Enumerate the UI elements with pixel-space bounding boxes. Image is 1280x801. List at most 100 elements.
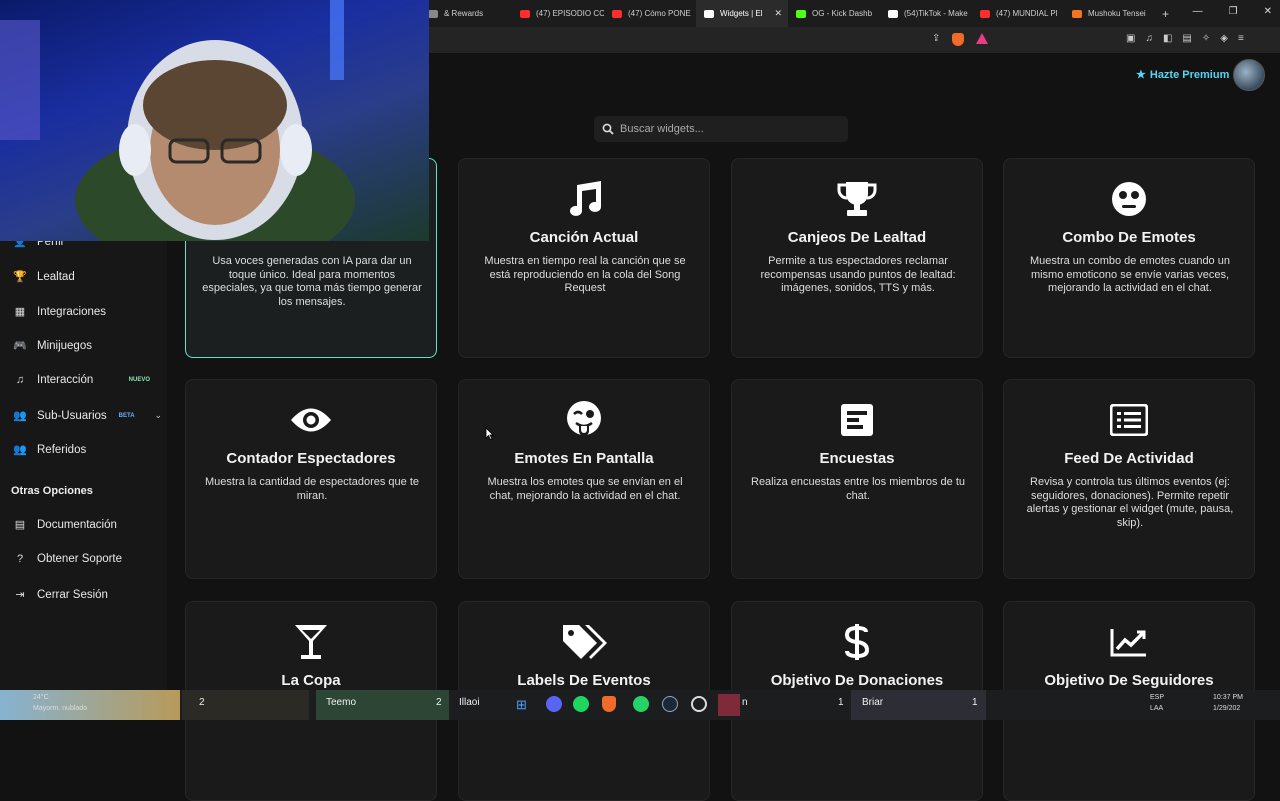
help-icon: ?: [16, 553, 24, 565]
avatar[interactable]: [1233, 59, 1265, 91]
premium-button[interactable]: ★ Hazte Premium: [1136, 68, 1229, 82]
new-tab-button[interactable]: +: [1156, 7, 1175, 21]
sidebar-item-label: Integraciones: [37, 305, 107, 318]
browser-tab[interactable]: Mushoku Tensei: [1064, 0, 1156, 27]
webcam-overlay: [0, 0, 429, 241]
cursor-icon: [485, 427, 494, 440]
clock-date[interactable]: 1/29/202: [1213, 705, 1240, 712]
sidebar-item-cerrar-sesion[interactable]: ⇥ Cerrar Sesión: [12, 588, 162, 602]
sidebar-item-label: Obtener Soporte: [37, 553, 123, 565]
vpn-icon[interactable]: ◈: [1220, 33, 1228, 44]
screenshot-icon[interactable]: ▣: [1126, 33, 1135, 44]
sidebar-item-interaccion[interactable]: ♫ Interacción NUEVO: [12, 374, 162, 386]
card-description: Muestra un combo de emotes cuando un mis…: [1030, 255, 1230, 294]
music-icon: [459, 179, 709, 219]
widget-card-combo-emotes[interactable]: Combo De Emotes Muestra un combo de emot…: [1003, 158, 1255, 358]
trophy-icon: 🏆: [13, 271, 27, 283]
close-window-button[interactable]: ✕: [1264, 6, 1272, 17]
sidebar-item-referidos[interactable]: 👥 Referidos: [12, 443, 162, 457]
address-actions: ⇪: [932, 33, 989, 46]
card-description: Muestra los emotes que se envían en el c…: [487, 476, 683, 502]
browser-tab[interactable]: & Rewards: [420, 0, 512, 27]
list-icon: [1004, 400, 1254, 440]
tab-strip: & Rewards (47) EPISODIO CC (47) Cómo PONE W…: [420, 0, 1156, 27]
share-icon[interactable]: ⇪: [932, 33, 940, 46]
sidebar-item-label: Lealtad: [37, 270, 75, 283]
league-icon[interactable]: [718, 694, 740, 716]
browser-tab[interactable]: (47) EPISODIO CC: [512, 0, 604, 27]
menu-icon[interactable]: ≡: [1238, 33, 1244, 44]
keyboard-layout[interactable]: LAA: [1150, 705, 1163, 712]
browser-tab[interactable]: (47) MUNDIAL Pl: [972, 0, 1064, 27]
discord-icon[interactable]: [546, 696, 562, 712]
eye-icon: [186, 400, 436, 440]
sidebar-item-soporte[interactable]: ? Obtener Soporte: [12, 553, 162, 565]
count-label: 2: [199, 697, 205, 708]
steam-icon[interactable]: [662, 696, 678, 712]
weather-widget[interactable]: [0, 690, 180, 720]
windows-start-icon[interactable]: ⊞: [516, 697, 527, 713]
card-description: Muestra la cantidad de espectadores que …: [204, 476, 420, 502]
sidebar-item-minijuegos[interactable]: 🎮 Minijuegos: [12, 339, 162, 353]
brave-rewards-icon[interactable]: [976, 33, 989, 44]
browser-tab[interactable]: Widgets | El ✕: [696, 0, 788, 27]
media-icon[interactable]: ♫: [1145, 33, 1153, 44]
card-title: La Copa: [281, 672, 341, 689]
poll-icon: [732, 400, 982, 440]
sidebar-item-integraciones[interactable]: ▦ Integraciones: [12, 305, 162, 319]
face-icon: [1004, 179, 1254, 219]
browser-tab[interactable]: (54)TikTok - Make: [880, 0, 972, 27]
maximize-button[interactable]: ❐: [1229, 6, 1238, 17]
obs-icon[interactable]: [691, 696, 707, 712]
widget-card-cancion-actual[interactable]: Canción Actual Muestra en tiempo real la…: [458, 158, 710, 358]
puzzle-icon: ▦: [14, 306, 26, 318]
tab-label: & Rewards: [444, 9, 484, 18]
tab-favicon-icon: [796, 9, 806, 18]
tab-label: (47) MUNDIAL Pl: [996, 9, 1058, 18]
wink-tongue-icon: [459, 400, 709, 440]
users-icon: 👥: [13, 444, 27, 456]
search-input[interactable]: [620, 123, 840, 135]
language-code[interactable]: ESP: [1150, 694, 1164, 701]
spotify-icon[interactable]: [573, 696, 589, 712]
sidebar-item-label: Referidos: [37, 443, 87, 456]
tab-favicon-icon: [1072, 9, 1082, 18]
card-title: Feed De Actividad: [1064, 450, 1194, 467]
widget-card-contador-espectadores[interactable]: Contador Espectadores Muestra la cantida…: [185, 379, 437, 579]
toolbar-icons: ▣ ♫ ◧ ▤ ✧ ◈ ≡: [1126, 33, 1244, 44]
widget-card-encuestas[interactable]: Encuestas Realiza encuestas entre los mi…: [731, 379, 983, 579]
minimize-button[interactable]: —: [1193, 6, 1203, 17]
brave-shield-icon[interactable]: [952, 33, 965, 46]
tags-icon: [459, 622, 709, 662]
close-tab-icon[interactable]: ✕: [774, 8, 782, 19]
card-title: Canjeos De Lealtad: [787, 229, 927, 246]
browser-tab[interactable]: (47) Cómo PONE: [604, 0, 696, 27]
sidebar-toggle-icon[interactable]: ◧: [1163, 33, 1172, 44]
browser-tab[interactable]: OG - Kick Dashb: [788, 0, 880, 27]
leo-icon[interactable]: ✧: [1202, 33, 1210, 44]
clock-time[interactable]: 10:37 PM: [1213, 694, 1243, 701]
sidebar-item-sub-usuarios[interactable]: 👥 Sub-Usuarios BETA ⌄: [12, 409, 162, 423]
sidebar-item-documentacion[interactable]: ▤ Documentación: [12, 518, 162, 532]
sidebar-item-label: Documentación: [37, 518, 117, 531]
tab-favicon-icon: [704, 9, 714, 18]
sidebar-item-lealtad[interactable]: 🏆 Lealtad: [12, 270, 162, 284]
whatsapp-icon[interactable]: [633, 696, 649, 712]
chevron-down-icon[interactable]: ⌄: [154, 410, 162, 421]
card-description: Revisa y controla tus últimos eventos (e…: [1026, 476, 1234, 529]
card-title: Encuestas: [819, 450, 895, 467]
sidebar-item-label: Interacción: [37, 374, 94, 386]
count-label: 2: [436, 697, 442, 708]
widget-card-canjeos-lealtad[interactable]: Canjeos De Lealtad Permite a tus especta…: [731, 158, 983, 358]
card-title: Combo De Emotes: [1062, 229, 1196, 246]
widget-card-feed-actividad[interactable]: Feed De Actividad Revisa y controla tus …: [1003, 379, 1255, 579]
logout-icon: ⇥: [15, 589, 25, 601]
tab-label: (47) Cómo PONE: [628, 9, 691, 18]
wallet-icon[interactable]: ▤: [1182, 33, 1191, 44]
tab-favicon-icon: [612, 9, 622, 18]
widget-card-emotes-pantalla[interactable]: Emotes En Pantalla Muestra los emotes qu…: [458, 379, 710, 579]
tab-favicon-icon: [428, 9, 438, 18]
count-label: 1: [838, 697, 844, 708]
sidebar-item-label: Sub-Usuarios: [37, 409, 107, 422]
brave-icon[interactable]: [602, 696, 616, 712]
